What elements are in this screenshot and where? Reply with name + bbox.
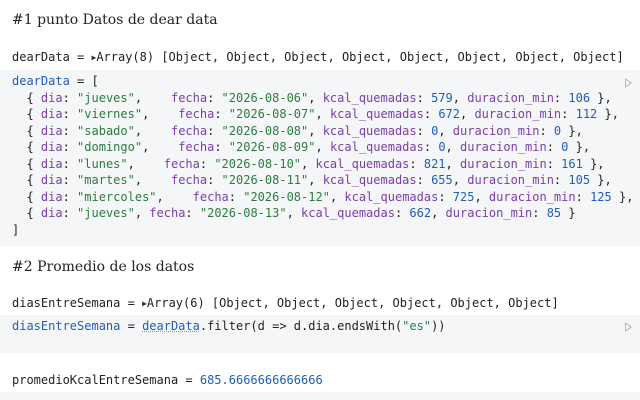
code-dearData[interactable]: dearData = [ { dia: "jueves", fecha: "20…: [12, 73, 633, 238]
output-name: promedioKcalEntreSemana: [12, 373, 179, 387]
output-value: 685.6666666666666: [199, 373, 323, 387]
output-dearData[interactable]: dearData = ▶Array(8) [Object, Object, Ob…: [12, 50, 624, 64]
output-summary: Array(8) [Object, Object, Object, Object…: [96, 50, 624, 64]
output-promedioKcal[interactable]: promedioKcalEntreSemana = 685.6666666666…: [12, 373, 323, 387]
output-summary: Array(6) [Object, Object, Object, Object…: [146, 296, 559, 310]
code-row: { dia: "miercoles", fecha: "2026-08-12",…: [12, 189, 634, 204]
output-name: dearData: [12, 50, 70, 64]
code-row: { dia: "jueves", fecha: "2026-08-13", kc…: [12, 206, 576, 220]
code-diasEntreSemana[interactable]: diasEntreSemana = dearData.filter(d => d…: [12, 318, 446, 335]
code-row: { dia: "viernes", fecha: "2026-08-07", k…: [12, 107, 619, 121]
section-heading-promedio: #2 Promedio de los datos: [12, 259, 195, 275]
code-row: { dia: "sabado", fecha: "2026-08-08", kc…: [12, 123, 583, 138]
play-icon[interactable]: [625, 322, 632, 332]
ref-dearData[interactable]: dearData: [142, 319, 200, 333]
code-cell-diasEntreSemana[interactable]: diasEntreSemana = dearData.filter(d => d…: [0, 315, 640, 353]
code-row: { dia: "jueves", fecha: "2026-08-06", kc…: [12, 90, 612, 105]
code-row: { dia: "martes", fecha: "2026-08-11", kc…: [12, 173, 612, 187]
section-heading-datos: #1 punto Datos de dear data: [12, 12, 218, 28]
code-cell-partial[interactable]: [0, 392, 640, 400]
output-name: diasEntreSemana: [12, 296, 121, 310]
code-row: { dia: "domingo", fecha: "2026-08-09", k…: [12, 140, 591, 154]
code-row: { dia: "lunes", fecha: "2026-08-10", kca…: [12, 156, 605, 171]
output-diasEntreSemana[interactable]: diasEntreSemana = ▶Array(6) [Object, Obj…: [12, 296, 559, 310]
code-cell-dearData[interactable]: dearData = [ { dia: "jueves", fecha: "20…: [0, 70, 640, 246]
